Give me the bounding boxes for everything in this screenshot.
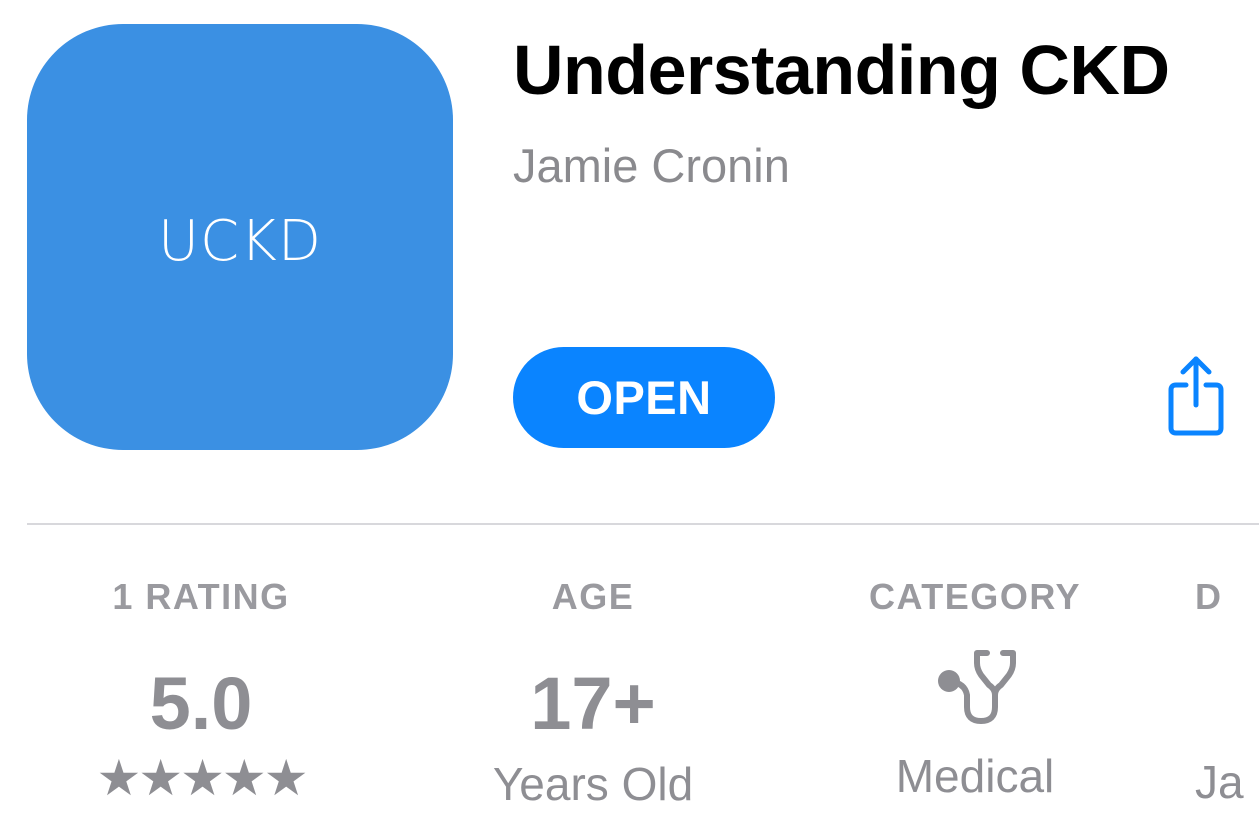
developer-link[interactable]: Jamie Cronin	[513, 138, 790, 194]
star-rating: ★★★★★	[96, 749, 308, 807]
age-sub: Years Old	[492, 758, 694, 810]
ratings-column[interactable]: 1 RATING 5.0 ★★★★★	[51, 575, 351, 803]
app-icon: UCKD	[27, 24, 453, 450]
divider	[27, 523, 1259, 525]
age-header: AGE	[551, 576, 635, 617]
developer-sub: Ja	[1195, 756, 1244, 808]
category-column[interactable]: CATEGORY Medical	[825, 575, 1125, 799]
app-title: Understanding CKD	[513, 31, 1170, 109]
category-icon-wrap	[825, 645, 1125, 745]
age-column[interactable]: AGE 17+ Years Old	[443, 575, 743, 807]
stethoscope-icon	[938, 650, 1016, 724]
category-header: CATEGORY	[868, 576, 1081, 617]
app-icon-text: UCKD	[158, 208, 322, 274]
ratings-header: 1 RATING	[112, 576, 290, 617]
category-sub: Medical	[895, 750, 1055, 802]
rating-value: 5.0	[149, 662, 253, 745]
share-icon	[1168, 356, 1224, 436]
share-button[interactable]	[1158, 352, 1234, 438]
developer-header: D	[1195, 576, 1223, 617]
open-button[interactable]: OPEN	[513, 347, 775, 448]
developer-column[interactable]: D Ja	[1195, 575, 1259, 805]
age-value: 17+	[530, 662, 656, 745]
